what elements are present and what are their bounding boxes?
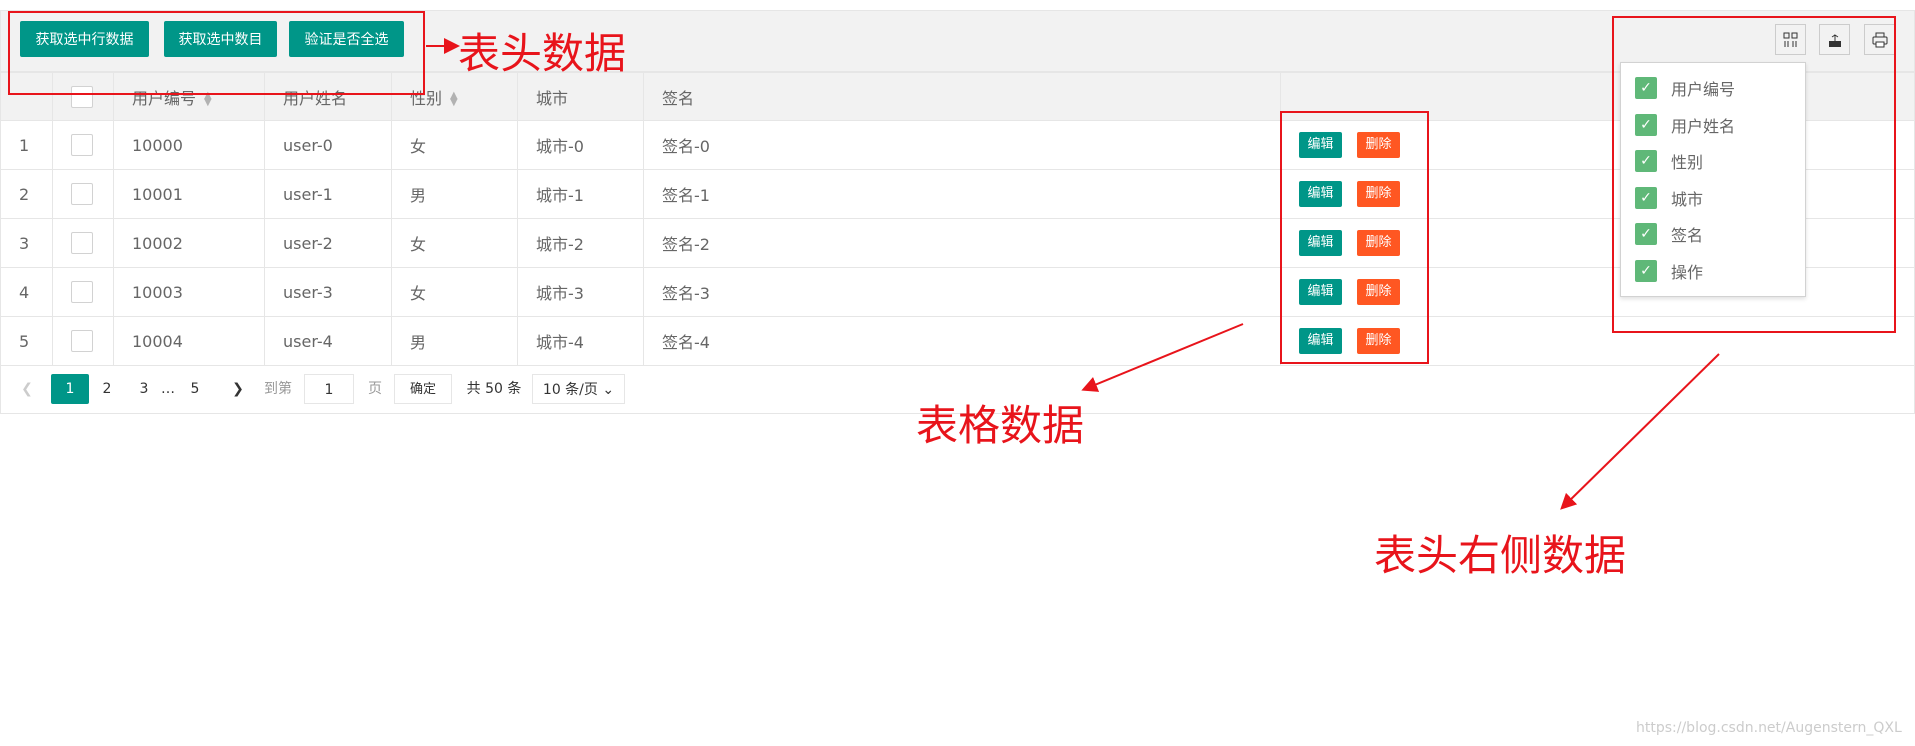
watermark: https://blog.csdn.net/Augenstern_QXL <box>1636 720 1902 736</box>
arrow-right <box>1560 353 1720 510</box>
annotation-toolbar-label: 表头数据 <box>458 29 627 78</box>
annotation-arrows <box>426 38 1720 510</box>
annotation-table-label: 表格数据 <box>916 401 1085 450</box>
annotation-right-label: 表头右侧数据 <box>1374 531 1627 580</box>
arrow-table <box>1081 323 1244 392</box>
